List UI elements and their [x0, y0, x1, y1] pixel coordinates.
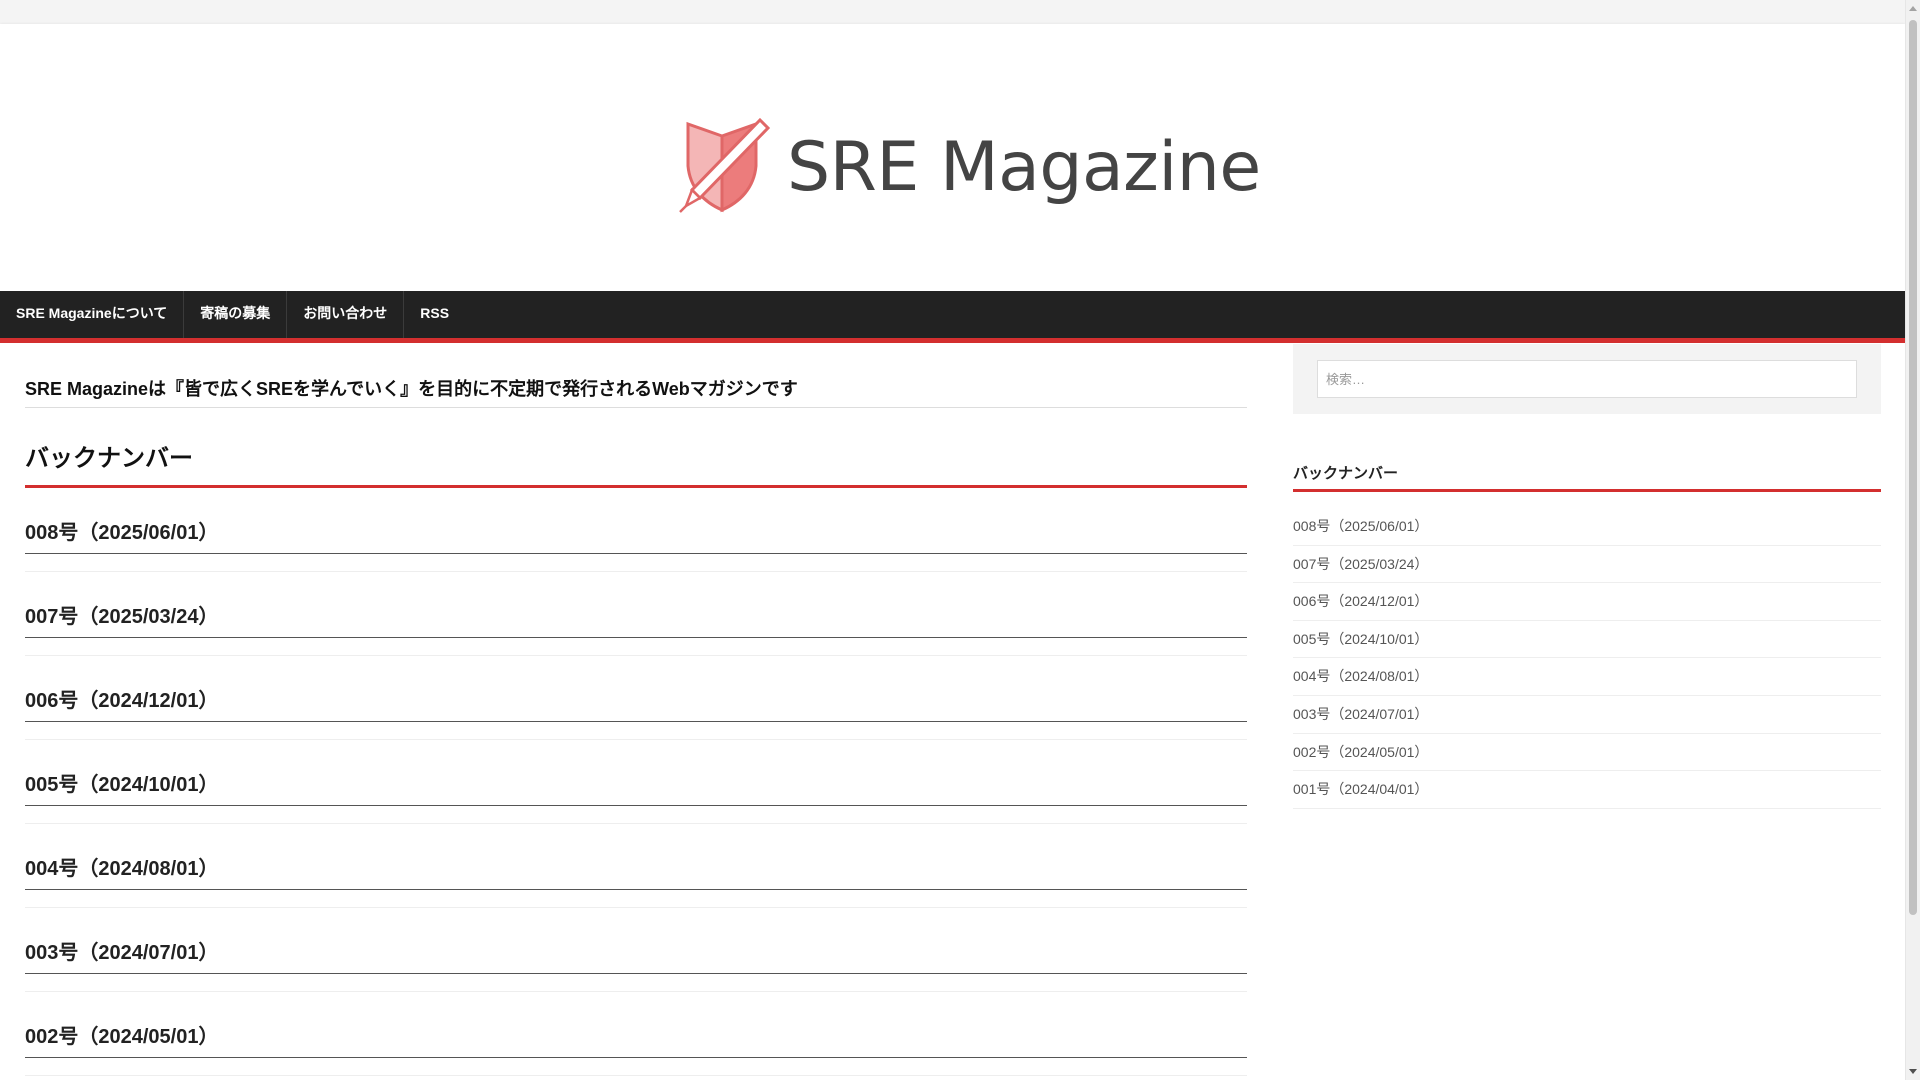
issue-link[interactable]: 002号（2024/05/01） — [25, 1020, 1247, 1058]
search-input[interactable] — [1317, 360, 1857, 398]
issue-item: 002号（2024/05/01） — [25, 992, 1247, 1076]
sidebar-issue-link[interactable]: 008号（2025/06/01） — [1293, 508, 1881, 546]
issue-item: 003号（2024/07/01） — [25, 908, 1247, 992]
nav-item-about[interactable]: SRE Magazineについて — [0, 291, 185, 338]
issue-link[interactable]: 006号（2024/12/01） — [25, 684, 1247, 722]
scroll-down-arrow-icon[interactable] — [1909, 1069, 1917, 1074]
issue-link[interactable]: 003号（2024/07/01） — [25, 936, 1247, 974]
intro-heading: SRE Magazineは『皆で広くSREを学んでいく』を目的に不定期で発行され… — [25, 375, 1247, 408]
sidebar-widget-title: バックナンバー — [1293, 462, 1881, 492]
issue-item: 007号（2025/03/24） — [25, 572, 1247, 656]
issue-item: 005号（2024/10/01） — [25, 740, 1247, 824]
issue-link[interactable]: 007号（2025/03/24） — [25, 600, 1247, 638]
issue-link[interactable]: 004号（2024/08/01） — [25, 852, 1247, 890]
top-bar — [0, 0, 1920, 24]
sidebar-issue-link[interactable]: 004号（2024/08/01） — [1293, 658, 1881, 696]
vertical-scrollbar[interactable] — [1905, 0, 1920, 1080]
sidebar-issue-link[interactable]: 001号（2024/04/01） — [1293, 771, 1881, 809]
shield-pen-logo-icon — [679, 117, 771, 213]
site-header: SRE Magazine — [0, 24, 1905, 291]
issue-item: 006号（2024/12/01） — [25, 656, 1247, 740]
back-numbers-title: バックナンバー — [25, 438, 1247, 488]
scroll-up-arrow-icon[interactable] — [1909, 6, 1917, 11]
main-nav: SRE Magazineについて 寄稿の募集 お問い合わせ RSS — [0, 291, 1905, 343]
sidebar-issue-list: 008号（2025/06/01） 007号（2025/03/24） 006号（2… — [1293, 508, 1881, 809]
site-logo[interactable]: SRE Magazine — [674, 108, 1261, 228]
issue-link[interactable]: 005号（2024/10/01） — [25, 768, 1247, 806]
sidebar-issue-link[interactable]: 003号（2024/07/01） — [1293, 696, 1881, 734]
sidebar-issue-link[interactable]: 005号（2024/10/01） — [1293, 621, 1881, 659]
sidebar-issue-link[interactable]: 007号（2025/03/24） — [1293, 546, 1881, 584]
scrollbar-thumb[interactable] — [1909, 20, 1917, 915]
logo-text: SRE Magazine — [787, 128, 1261, 207]
nav-item-contribute[interactable]: 寄稿の募集 — [184, 291, 288, 338]
search-widget — [1293, 344, 1881, 414]
main-column: SRE Magazineは『皆で広くSREを学んでいく』を目的に不定期で発行され… — [25, 343, 1247, 1076]
sidebar-issue-link[interactable]: 002号（2024/05/01） — [1293, 734, 1881, 772]
sidebar-issue-link[interactable]: 006号（2024/12/01） — [1293, 583, 1881, 621]
issue-item: 008号（2025/06/01） — [25, 488, 1247, 572]
nav-item-rss[interactable]: RSS — [404, 291, 465, 338]
issue-link[interactable]: 008号（2025/06/01） — [25, 516, 1247, 554]
issue-item: 004号（2024/08/01） — [25, 824, 1247, 908]
nav-item-contact[interactable]: お問い合わせ — [287, 291, 405, 338]
